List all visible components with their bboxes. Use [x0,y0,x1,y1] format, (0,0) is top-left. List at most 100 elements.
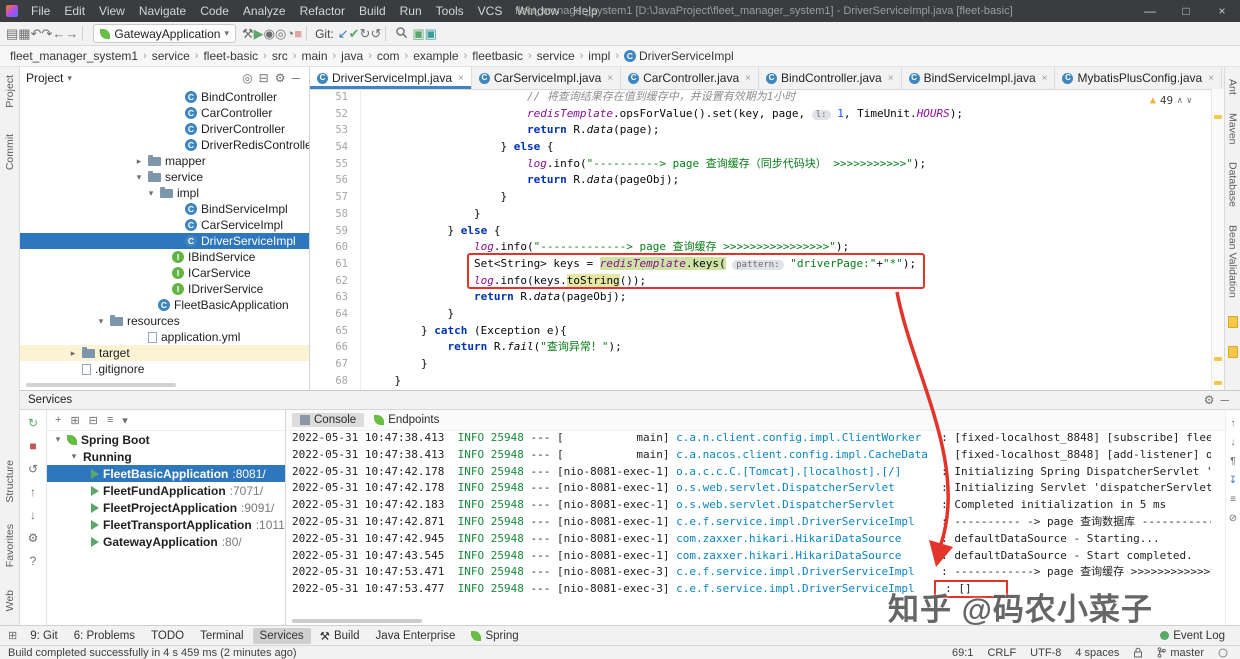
breadcrumb-item[interactable]: service [535,49,577,63]
editor-tab[interactable]: CBindController.java× [759,67,902,89]
prev-warning-icon[interactable]: ∧ [1177,93,1182,110]
read-only-lock-icon[interactable] [1133,647,1143,658]
save-all-icon[interactable]: ▦ [18,26,30,41]
view-options-icon[interactable]: ≡ [107,414,113,426]
code-line[interactable]: return R.data(pageObj); [368,172,1212,189]
tool-stripe-button-favorites[interactable]: Favorites [4,524,16,567]
collapse-all-icon[interactable]: ⊟ [89,414,98,427]
stop-icon[interactable]: ■ [29,439,36,453]
code-line[interactable]: log.info("----------> page 查询缓存（同步代码块） >… [368,156,1212,173]
console-tab-console[interactable]: Console [292,413,364,427]
settings-gear-icon[interactable]: ⚙ [28,531,39,545]
breadcrumb-item[interactable]: fleetbasic [470,49,525,63]
code-line[interactable]: } catch (Exception e){ [368,323,1212,340]
breadcrumb-item[interactable]: CDriverServiceImpl [622,49,736,63]
settings-gear-icon[interactable]: ⚙ [1201,393,1218,407]
help-icon[interactable]: ? [30,554,37,568]
console-panel[interactable]: ConsoleEndpoints 2022-05-31 10:47:38.413… [286,410,1225,625]
maximize-button[interactable]: □ [1168,0,1204,22]
redo-icon[interactable]: ↷ [42,26,53,41]
back-icon[interactable]: ← [52,26,65,41]
add-service-icon[interactable]: + [55,414,61,426]
editor-tab[interactable]: CBindServiceImpl.java× [902,67,1056,89]
forward-icon[interactable]: → [65,26,78,41]
next-warning-icon[interactable]: ∨ [1187,93,1192,110]
menu-item-vcs[interactable]: VCS [471,4,510,18]
console-tab-endpoints[interactable]: Endpoints [366,413,447,427]
code-line[interactable]: } else { [368,139,1212,156]
stop-icon[interactable]: ■ [294,26,302,41]
code-line[interactable]: // 将查询结果存在值到缓存中，并设置有效期为1小时 [368,89,1212,106]
services-title[interactable]: Services [28,394,72,406]
inspections-widget[interactable]: ▲ 49 ∧ ∨ [1150,93,1192,110]
line-ending-widget[interactable]: CRLF [987,647,1016,659]
coverage-icon[interactable]: ◎ [275,26,286,41]
hide-panel-icon[interactable]: ─ [288,71,303,85]
menu-item-edit[interactable]: Edit [57,4,92,18]
project-tree-item[interactable]: ▸mapper [20,153,309,169]
service-item[interactable]: FleetProjectApplication :9091/ [47,499,285,516]
code-line[interactable]: } else { [368,223,1212,240]
soft-wrap-icon[interactable]: ¶ [1230,456,1235,467]
tool-stripe-button-structure[interactable]: Structure [4,460,16,503]
close-icon[interactable]: × [745,73,751,84]
close-icon[interactable]: × [1042,73,1048,84]
menu-item-code[interactable]: Code [193,4,236,18]
down-stack-trace-icon[interactable]: ↓ [1231,437,1236,448]
tool-stripe-button-database[interactable]: Database [1227,162,1239,207]
tool-tab-services[interactable]: Services [253,628,311,644]
project-tree-item[interactable]: CBindServiceImpl [20,201,309,217]
menu-item-view[interactable]: View [92,4,132,18]
plugin-teal-icon[interactable]: ▣ [425,26,437,41]
code-line[interactable]: } [368,373,1212,390]
close-button[interactable]: × [1204,0,1240,22]
breadcrumb-item[interactable]: fleet-basic [201,49,260,63]
project-tree-item[interactable]: ▾service [20,169,309,185]
menu-item-file[interactable]: File [24,4,57,18]
breadcrumb-item[interactable]: java [339,49,365,63]
expand-all-icon[interactable]: ⊞ [70,414,79,427]
breadcrumb-item[interactable]: service [150,49,192,63]
tree-collapsed-arrow-icon[interactable]: ▸ [68,348,78,359]
history-icon[interactable]: ↻ [360,26,371,41]
tool-tab-spring[interactable]: Spring [464,628,525,644]
breadcrumb-item[interactable]: impl [586,49,612,63]
code-line[interactable]: return R.fail("查询异常！"); [368,339,1212,356]
git-branch-widget[interactable]: master [1157,647,1204,659]
down-icon[interactable]: ↓ [30,508,36,522]
editor-gutter[interactable]: 515253545556575859606162636465666768 [310,89,361,390]
project-tree-item[interactable]: ▾impl [20,185,309,201]
build-hammer-icon[interactable]: ⚒ [242,26,254,41]
collapse-all-icon[interactable]: ⊟ [256,71,272,85]
project-tree-item[interactable]: CFleetBasicApplication [20,297,309,313]
service-item[interactable]: ▾Spring Boot [47,431,285,448]
close-icon[interactable]: × [458,73,464,84]
project-tree-item[interactable]: IIDriverService [20,281,309,297]
tool-stripe-button-project[interactable]: Project [4,75,16,108]
tool-stripe-button-commit[interactable]: Commit [4,134,16,170]
code-line[interactable]: redisTemplate.opsForValue().set(key, pag… [368,106,1212,123]
code-line[interactable]: } [368,356,1212,373]
tool-tab-java-enterprise[interactable]: Java Enterprise [369,628,463,644]
close-icon[interactable]: × [888,73,894,84]
error-stripe-scrollbar[interactable] [1211,89,1224,390]
breadcrumb-item[interactable]: main [299,49,329,63]
caret-position-widget[interactable]: 69:1 [952,647,973,659]
menu-item-navigate[interactable]: Navigate [132,4,193,18]
tree-expanded-arrow-icon[interactable]: ▾ [134,172,144,183]
debug-icon[interactable]: ◉ [264,26,275,41]
warning-mark[interactable] [1214,357,1222,361]
project-tree-item[interactable]: CDriverRedisController [20,137,309,153]
menu-item-refactor[interactable]: Refactor [293,4,352,18]
editor-tab[interactable]: CDriverServiceImpl.java× [310,67,472,89]
menu-item-tools[interactable]: Tools [429,4,471,18]
project-tree-item[interactable]: IIBindService [20,249,309,265]
breadcrumb-item[interactable]: example [411,49,460,63]
editor-tab[interactable]: CMybatisPlusConfig.java× [1055,67,1222,89]
tool-stripe-button-web[interactable]: Web [4,590,16,611]
tool-tab-todo[interactable]: TODO [144,628,191,644]
plugin-green-icon[interactable]: ▣ [412,26,424,41]
update-project-icon[interactable]: ↙ [338,26,349,41]
menu-item-analyze[interactable]: Analyze [236,4,293,18]
locate-file-icon[interactable]: ◎ [239,71,255,85]
